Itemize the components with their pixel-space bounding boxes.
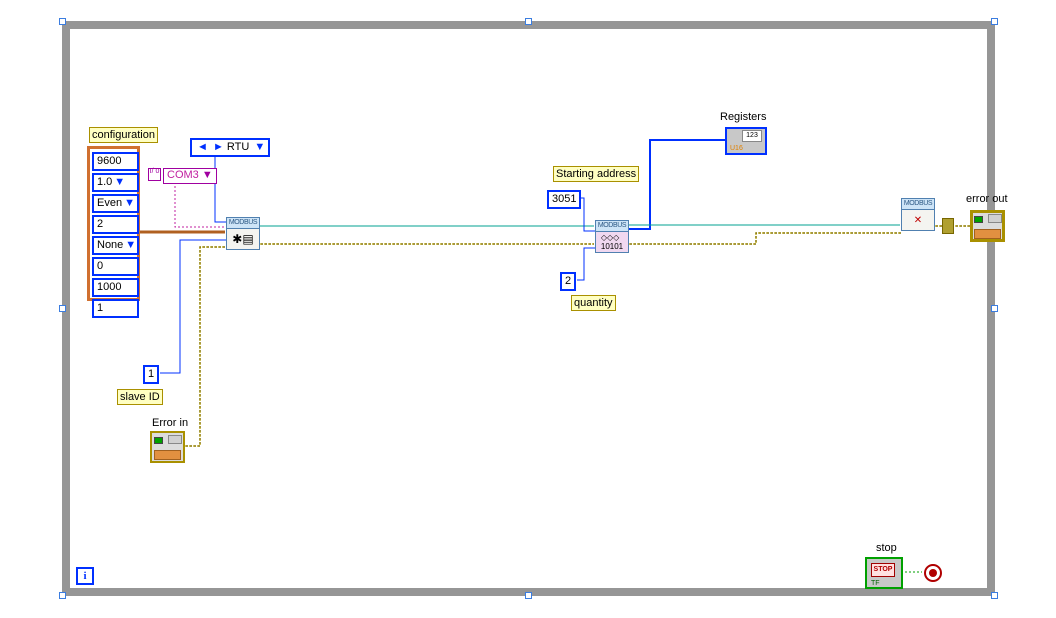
loop-handle-bl[interactable] xyxy=(59,592,66,599)
loop-handle-r[interactable] xyxy=(991,305,998,312)
modbus-init-node[interactable]: MODBUS ✱▤ xyxy=(226,217,260,247)
left-arrow-icon: ◄ xyxy=(197,140,208,154)
config-tx-timeout[interactable]: 1000 xyxy=(92,278,139,297)
stop-tf-tag: TF xyxy=(871,580,880,587)
mode-select[interactable]: ◄ ► RTU ▼ xyxy=(190,138,270,157)
stop-button-terminal[interactable]: STOP TF xyxy=(865,557,903,589)
config-parity[interactable]: Even▼ xyxy=(92,194,139,213)
right-arrow-icon: ► xyxy=(213,140,224,154)
config-stop-bits[interactable]: 1.0▼ xyxy=(92,173,139,192)
modbus-node-header: MODBUS xyxy=(595,220,629,232)
stop-label: stop xyxy=(876,542,897,554)
stop-button-face: STOP xyxy=(871,563,895,577)
modbus-node-header: MODBUS xyxy=(226,217,260,229)
config-parity-value: Even xyxy=(97,197,122,209)
loop-handle-b[interactable] xyxy=(525,592,532,599)
loop-tunnel-error xyxy=(942,218,954,234)
dropdown-icon: ▼ xyxy=(114,175,125,189)
modbus-close-node[interactable]: MODBUS xyxy=(901,198,935,228)
starting-address-input[interactable]: 3051 xyxy=(547,190,581,209)
quantity-input[interactable]: 2 xyxy=(560,272,576,291)
loop-handle-tl[interactable] xyxy=(59,18,66,25)
registers-label: Registers xyxy=(720,111,766,123)
error-out-cluster[interactable] xyxy=(970,210,1005,242)
quantity-label: quantity xyxy=(571,295,616,311)
config-flow-value: None xyxy=(97,239,123,251)
modbus-node-header: MODBUS xyxy=(901,198,935,210)
wires-layer xyxy=(0,0,1056,618)
error-in-cluster[interactable] xyxy=(150,431,185,463)
mode-select-value: RTU xyxy=(227,141,249,153)
dropdown-icon: ▼ xyxy=(254,140,265,154)
config-poll-delay[interactable]: 1 xyxy=(92,299,139,318)
loop-handle-tr[interactable] xyxy=(991,18,998,25)
com-port-value: COM3 xyxy=(167,169,199,181)
modbus-node-body: ◇◇◇10101 xyxy=(595,232,629,253)
iteration-terminal-icon[interactable]: i xyxy=(76,567,94,585)
modbus-read-node[interactable]: MODBUS ◇◇◇10101 xyxy=(595,220,629,250)
com-port-select[interactable]: COM3 ▼ xyxy=(163,168,217,184)
configuration-label: configuration xyxy=(89,127,158,143)
config-flow[interactable]: None▼ xyxy=(92,236,139,255)
config-baud[interactable]: 9600 xyxy=(92,152,139,171)
modbus-node-body: ✱▤ xyxy=(226,229,260,250)
configuration-cluster[interactable]: 9600 1.0▼ Even▼ 2 None▼ 0 1000 1 xyxy=(87,146,140,301)
config-data-bits[interactable]: 2 xyxy=(92,215,139,234)
while-loop-condition-icon[interactable] xyxy=(924,564,942,582)
config-rx-timeout[interactable]: 0 xyxy=(92,257,139,276)
registers-value: 123 xyxy=(742,130,762,142)
modbus-node-body xyxy=(901,210,935,231)
loop-handle-br[interactable] xyxy=(991,592,998,599)
dropdown-icon: ▼ xyxy=(124,196,135,210)
loop-handle-l[interactable] xyxy=(59,305,66,312)
slave-id-input[interactable]: 1 xyxy=(143,365,159,384)
registers-indicator[interactable]: 123 U16 xyxy=(725,127,767,155)
error-out-label: error out xyxy=(966,193,1008,205)
dropdown-icon: ▼ xyxy=(202,169,213,181)
error-in-label: Error in xyxy=(150,416,190,430)
slave-id-label: slave ID xyxy=(117,389,163,405)
dropdown-icon: ▼ xyxy=(125,238,136,252)
block-diagram-stage: configuration 9600 1.0▼ Even▼ 2 None▼ 0 … xyxy=(0,0,1056,618)
starting-address-label: Starting address xyxy=(553,166,639,182)
loop-handle-t[interactable] xyxy=(525,18,532,25)
visa-resource-icon: I/ 0 xyxy=(148,168,161,181)
config-stop-bits-value: 1.0 xyxy=(97,176,112,188)
array-tag: U16 xyxy=(730,145,743,152)
